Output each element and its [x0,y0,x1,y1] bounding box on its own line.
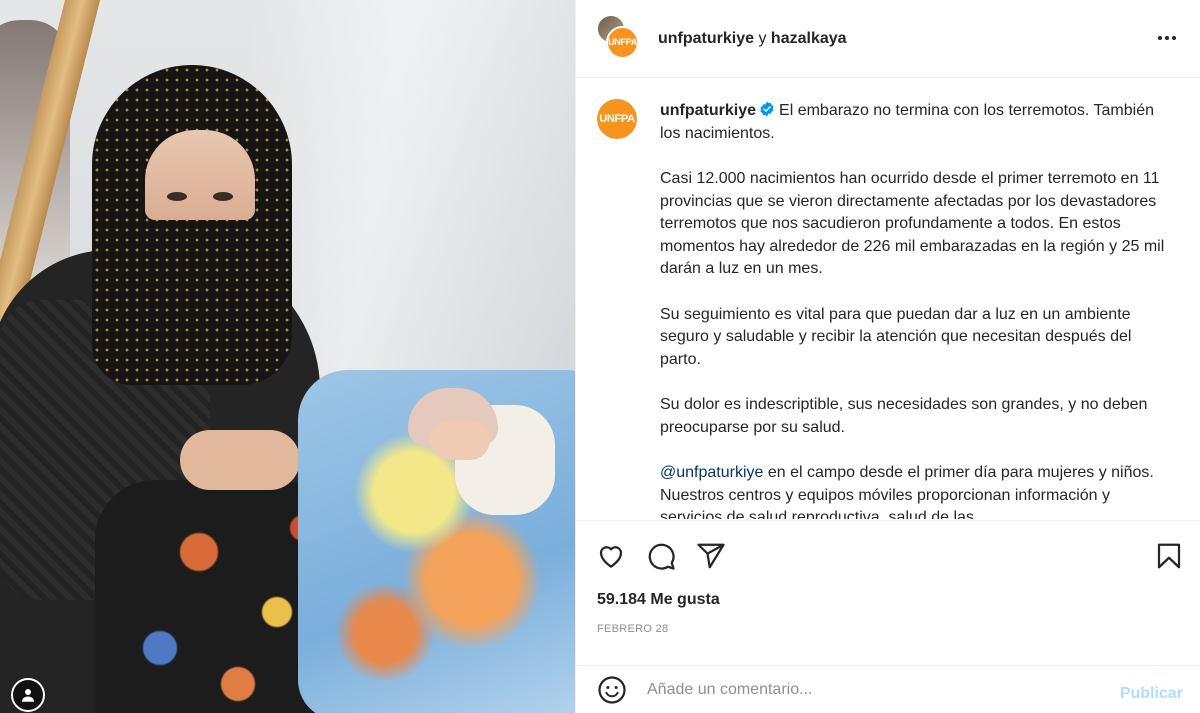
post-photo[interactable] [0,0,575,713]
caption-paragraph-4: Su dolor es indescriptible, sus necesida… [660,396,1148,436]
woman-face [145,130,255,220]
post-side-panel: UNFPA unfpaturkiye y hazalkaya UNFPA unf… [575,0,1200,713]
more-icon-dot [1165,36,1169,40]
action-bar [576,520,1200,590]
more-icon [1158,36,1162,40]
baby-face [430,420,490,460]
caption-text: unfpaturkiye El embarazo no termina con l… [660,100,1170,519]
caption-username[interactable]: unfpaturkiye [660,102,756,119]
publish-button[interactable]: Publicar [1120,685,1183,703]
left-eye [167,192,187,201]
caption-paragraph-2: Casi 12.000 nacimientos han ocurrido des… [660,170,1165,277]
share-button[interactable] [696,541,726,571]
emoji-icon[interactable] [597,675,627,705]
comment-icon [648,543,675,570]
woman-hand [180,430,300,490]
caption-paragraph-3: Su seguimiento es vital para que puedan … [660,305,1132,368]
collab-avatars[interactable]: UNFPA [596,13,646,64]
author-link-unfpaturkiye[interactable]: unfpaturkiye [658,30,754,47]
right-eye [213,192,233,201]
mention-link[interactable]: @unfpaturkiye [660,464,763,481]
save-button[interactable] [1154,541,1184,571]
verified-icon [760,101,774,117]
more-options-button[interactable] [1155,28,1179,48]
comment-button[interactable] [646,541,676,571]
likes-count[interactable]: 59.184 Me gusta [597,591,720,609]
avatar-unfpa[interactable]: UNFPA [606,25,639,59]
like-button[interactable] [596,541,626,571]
caption-scroll-area[interactable]: UNFPA unfpaturkiye El embarazo no termina… [576,79,1200,519]
caption-avatar[interactable]: UNFPA [597,99,637,139]
more-icon-dot [1172,36,1176,40]
heart-icon [599,546,623,568]
bookmark-icon [1157,543,1181,569]
post-date[interactable]: FEBRERO 28 [597,623,668,635]
tagged-profile-button[interactable] [11,678,45,712]
headscarf [92,65,292,385]
post-header: UNFPA unfpaturkiye y hazalkaya [576,0,1200,78]
comment-input[interactable] [647,680,1087,699]
post-authors: unfpaturkiye y hazalkaya [658,30,847,48]
author-connector: y [758,29,767,47]
share-icon [697,543,725,569]
profile-icon [22,689,34,702]
comment-bar: Publicar [576,665,1200,713]
author-link-hazalkaya[interactable]: hazalkaya [771,30,847,47]
